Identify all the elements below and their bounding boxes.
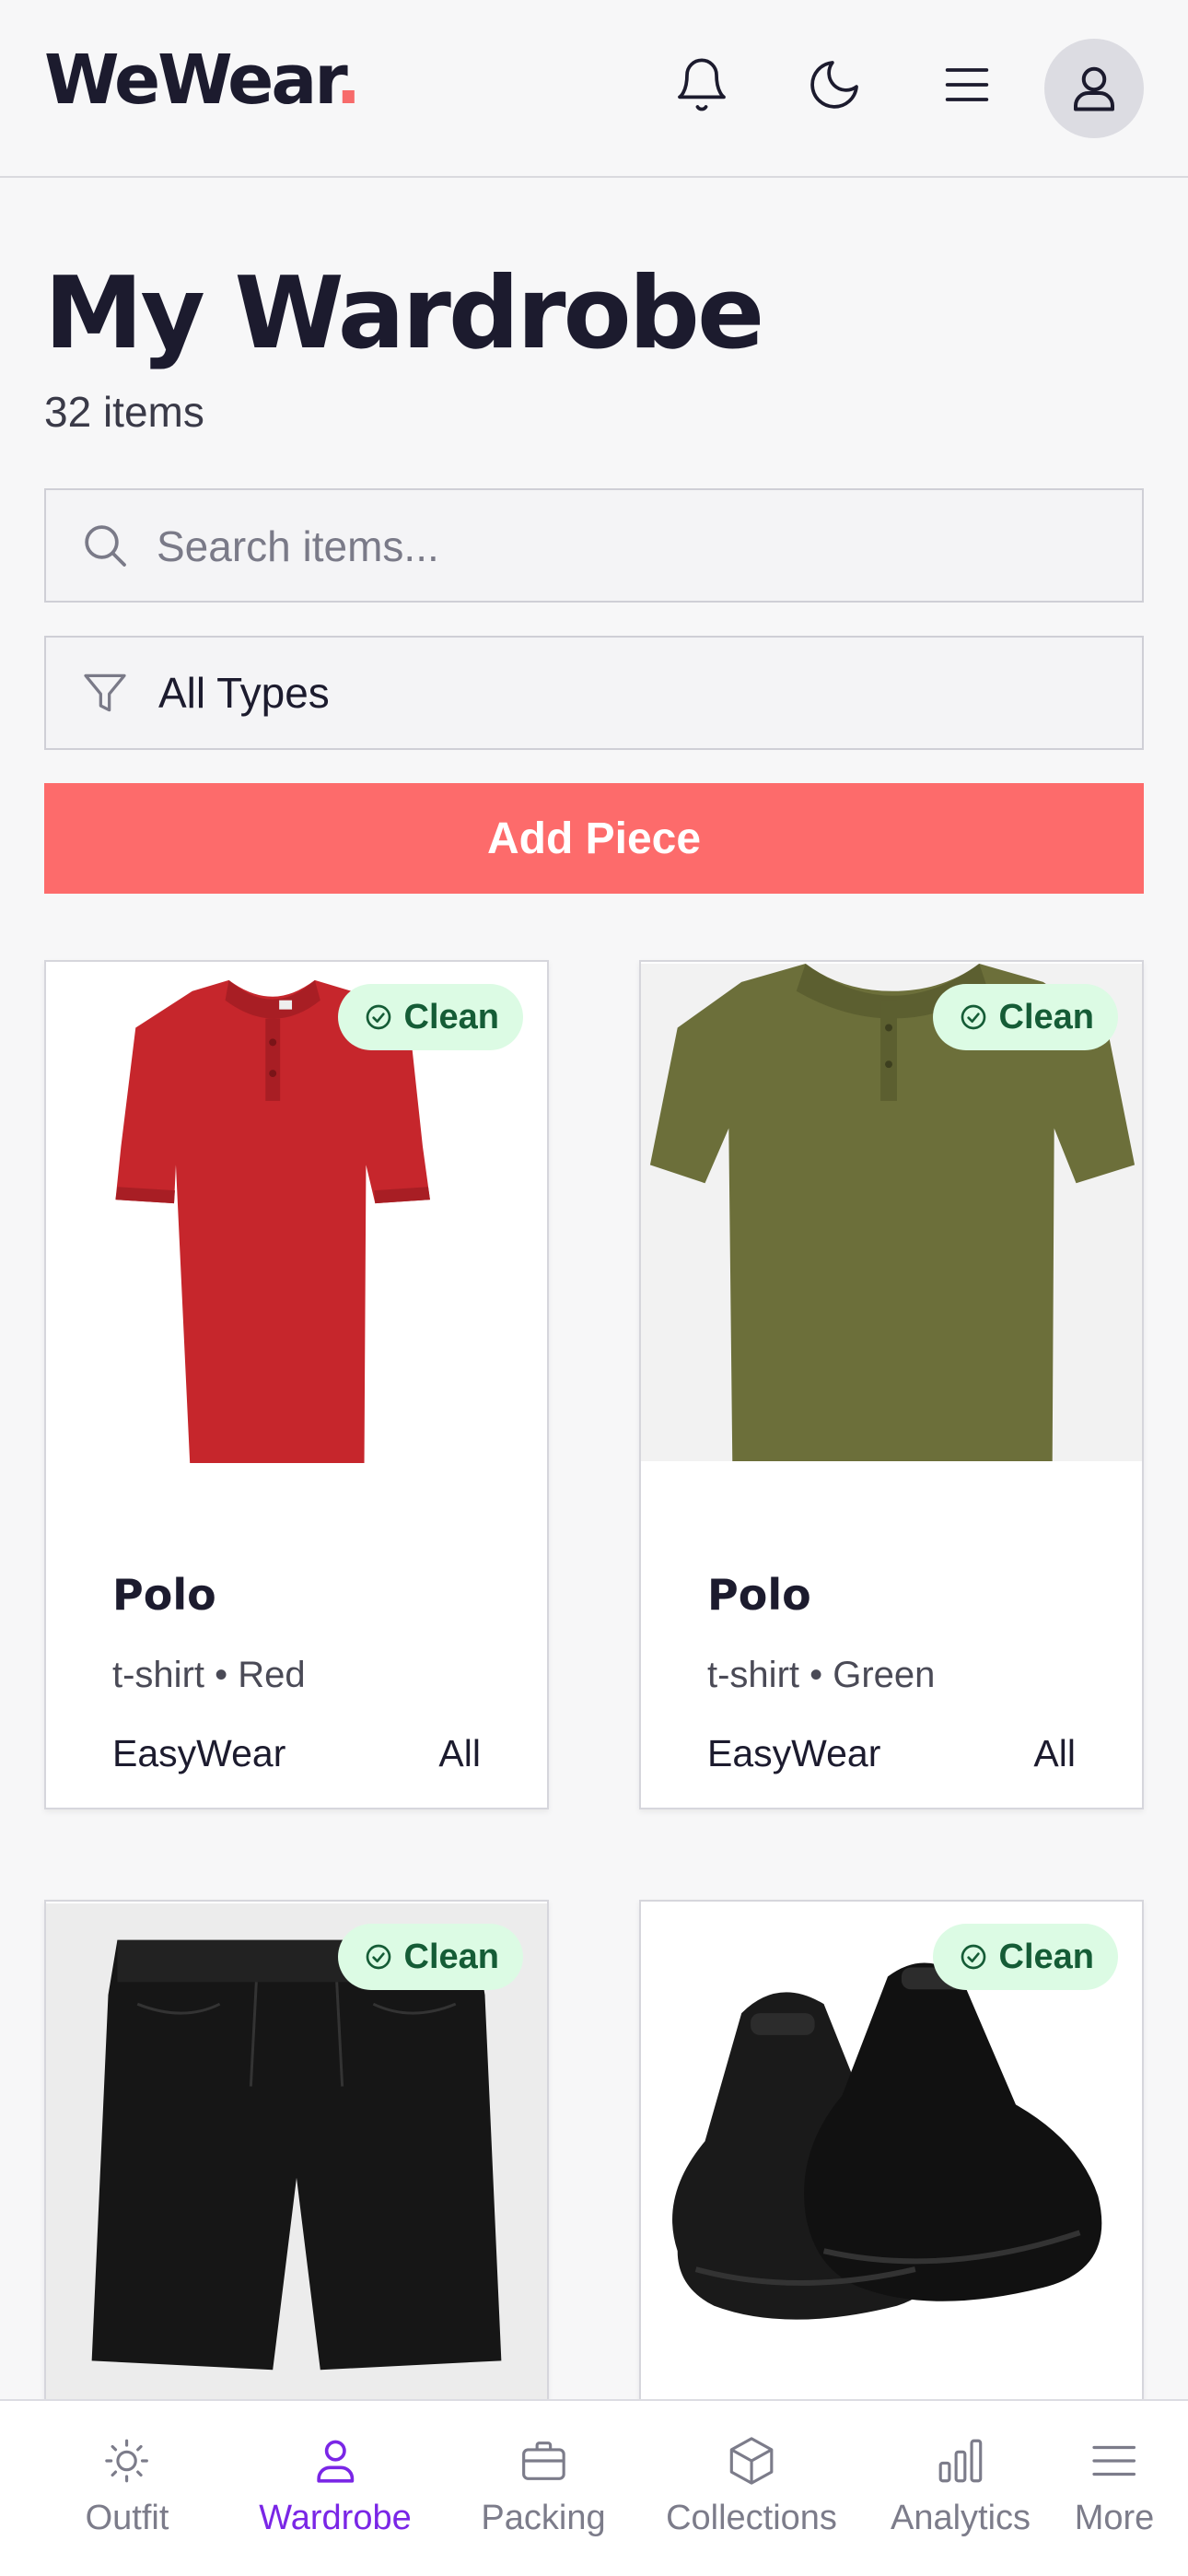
wardrobe-item-card[interactable]: Clean <box>639 1900 1144 2416</box>
check-circle-icon <box>961 1944 985 1970</box>
status-badge: Clean <box>337 984 523 1050</box>
briefcase-icon <box>521 2441 565 2480</box>
nav-label: Analytics <box>890 2499 1031 2537</box>
person-icon <box>317 2440 354 2483</box>
logo-dot: . <box>335 41 361 120</box>
nav-label: More <box>1074 2499 1155 2537</box>
filter-selected-value: All Types <box>158 669 330 717</box>
app-logo[interactable]: WeWear. <box>44 41 361 120</box>
logo-text: WeWear <box>44 41 338 120</box>
wardrobe-item-card[interactable]: Clean Polo t-shirt • Red EasyWear All <box>44 960 549 1809</box>
nav-item-packing[interactable]: Packing <box>481 2434 606 2538</box>
menu-icon <box>1092 2445 1136 2476</box>
status-badge: Clean <box>932 1924 1118 1990</box>
item-type-color: t-shirt • Red <box>112 1655 306 1695</box>
nav-item-collections[interactable]: Collections <box>666 2434 837 2538</box>
status-label: Clean <box>998 1937 1094 1976</box>
status-label: Clean <box>403 1937 499 1976</box>
nav-label: Outfit <box>85 2499 169 2537</box>
nav-item-wardrobe[interactable]: Wardrobe <box>259 2434 412 2538</box>
item-brand: EasyWear <box>112 1732 286 1774</box>
filter-icon <box>84 673 126 712</box>
item-name: Polo <box>707 1570 811 1620</box>
moon-icon[interactable] <box>798 48 871 122</box>
menu-icon[interactable] <box>930 48 1004 122</box>
status-badge: Clean <box>932 984 1118 1050</box>
wardrobe-item-card[interactable]: Clean Polo t-shirt • Green EasyWear All <box>639 960 1144 1809</box>
check-circle-icon <box>961 1004 985 1030</box>
search-input[interactable] <box>157 516 1077 577</box>
item-season: All <box>438 1732 481 1774</box>
nav-item-outfit[interactable]: Outfit <box>86 2434 169 2538</box>
bell-icon[interactable] <box>665 48 739 122</box>
item-brand: EasyWear <box>707 1732 881 1774</box>
add-piece-button[interactable]: Add Piece <box>44 783 1144 894</box>
check-circle-icon <box>366 1004 390 1030</box>
nav-label: Collections <box>666 2499 837 2537</box>
status-badge: Clean <box>337 1924 523 1990</box>
top-header: WeWear. <box>0 0 1188 178</box>
type-filter-select[interactable]: All Types <box>44 636 1144 750</box>
bottom-nav: Outfit Wardrobe Packing Collections Anal… <box>0 2399 1188 2576</box>
status-label: Clean <box>998 997 1094 1036</box>
box-icon <box>729 2437 774 2485</box>
sun-icon <box>105 2439 149 2483</box>
status-label: Clean <box>403 997 499 1036</box>
item-name: Polo <box>112 1570 216 1620</box>
nav-label: Wardrobe <box>259 2499 412 2537</box>
page-title: My Wardrobe <box>44 256 764 371</box>
search-field[interactable] <box>44 488 1144 603</box>
item-type-color: t-shirt • Green <box>707 1655 936 1695</box>
nav-item-more[interactable]: More <box>1074 2434 1155 2538</box>
wardrobe-item-card[interactable]: Clean <box>44 1900 549 2416</box>
item-count: 32 items <box>44 388 204 436</box>
check-circle-icon <box>366 1944 390 1970</box>
item-season: All <box>1033 1732 1076 1774</box>
search-icon <box>85 525 126 567</box>
nav-label: Packing <box>481 2499 606 2537</box>
avatar[interactable] <box>1044 39 1144 138</box>
bar-chart-icon <box>938 2439 983 2483</box>
nav-item-analytics[interactable]: Analytics <box>891 2434 1031 2538</box>
user-icon <box>1074 66 1114 111</box>
